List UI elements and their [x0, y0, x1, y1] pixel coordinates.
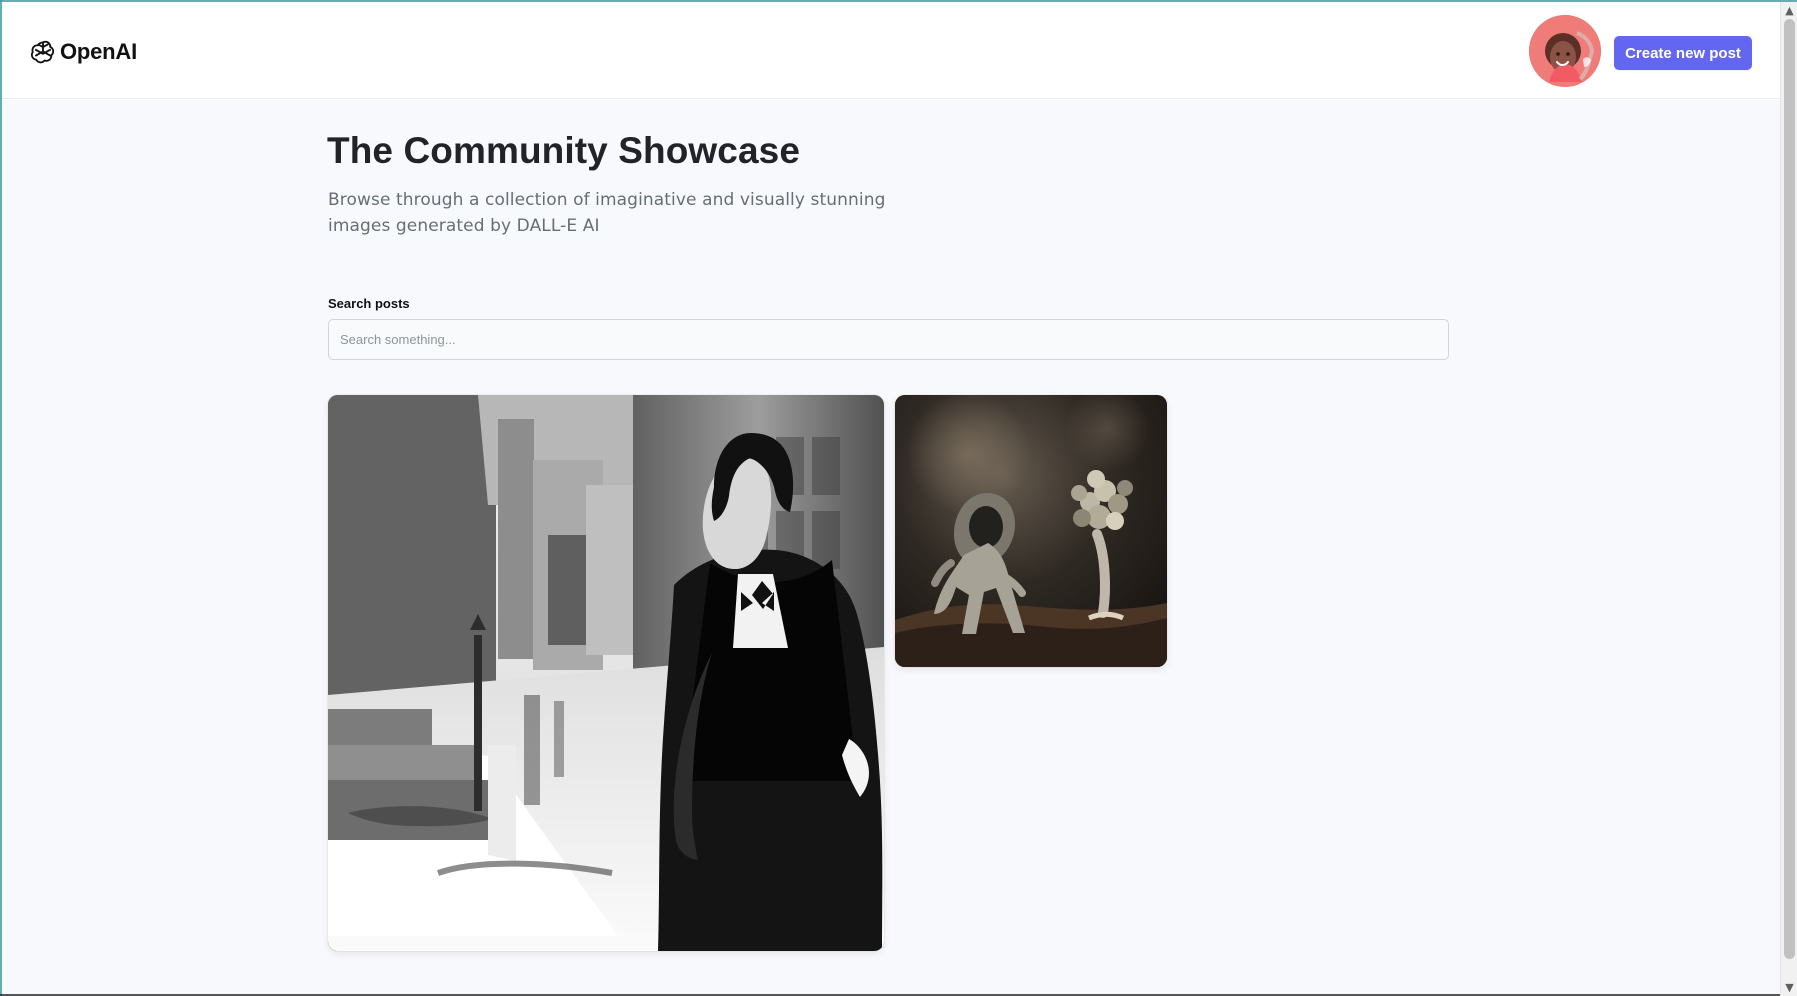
- app-viewport: OpenAI Create new post The Community Sho…: [0, 0, 1797, 996]
- vertical-scrollbar[interactable]: ▲ ▼: [1780, 2, 1797, 996]
- search-label: Search posts: [328, 296, 410, 311]
- avatar-icon: [1529, 15, 1601, 87]
- user-avatar[interactable]: [1529, 15, 1601, 87]
- page-subtitle: Browse through a collection of imaginati…: [328, 190, 886, 237]
- post-card-1[interactable]: [328, 395, 884, 951]
- astronaut-plant-image: [895, 395, 1167, 667]
- brand-link[interactable]: OpenAI: [30, 38, 137, 66]
- scroll-down-icon[interactable]: ▼: [1781, 979, 1797, 996]
- create-new-post-button[interactable]: Create new post: [1614, 36, 1752, 70]
- openai-logo-icon: [30, 39, 56, 65]
- brand-name: OpenAI: [60, 39, 138, 64]
- post-card-2[interactable]: [895, 395, 1167, 667]
- scroll-thumb[interactable]: [1784, 19, 1795, 959]
- site-header: OpenAI Create new post: [2, 2, 1780, 99]
- page-title: The Community Showcase: [327, 130, 801, 171]
- showcase-main: [2, 100, 1780, 996]
- search-input[interactable]: [328, 319, 1449, 360]
- street-scene-image: [328, 395, 884, 951]
- scroll-up-icon[interactable]: ▲: [1781, 2, 1797, 19]
